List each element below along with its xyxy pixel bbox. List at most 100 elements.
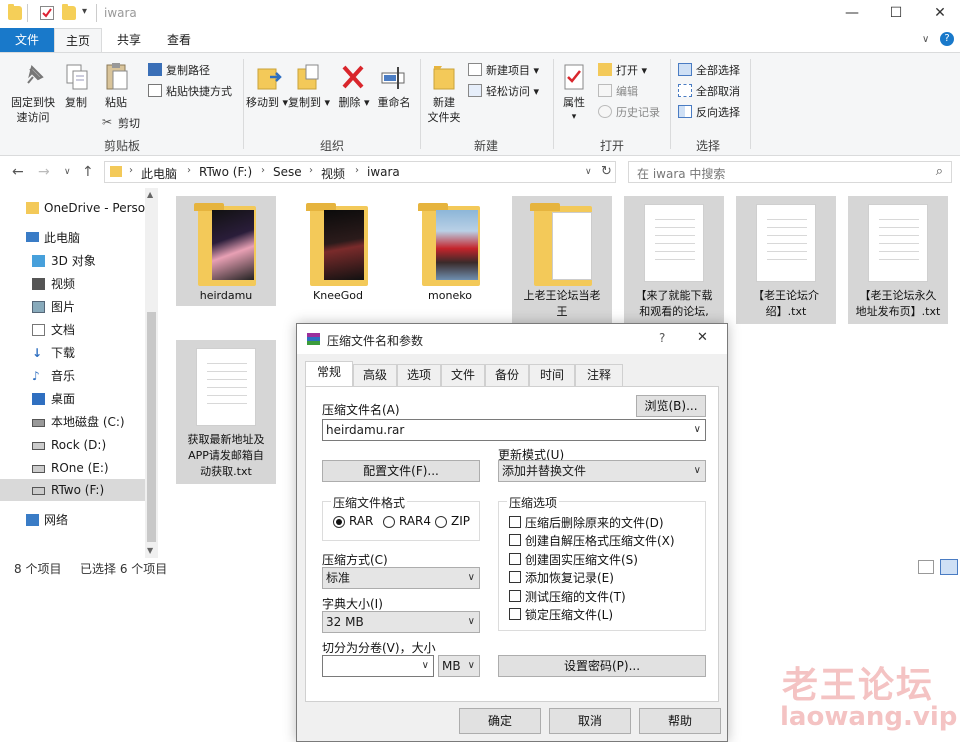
- close-button[interactable]: ✕: [920, 4, 960, 24]
- address-bar[interactable]: › 此电脑 › RTwo (F:) › Sese › 视频 › iwara ∨ …: [104, 161, 616, 183]
- easy-access-icon[interactable]: [468, 84, 482, 97]
- recent-dropdown-icon[interactable]: ∨: [64, 167, 71, 177]
- scroll-up-icon[interactable]: ▲: [147, 190, 153, 199]
- sidebar-item-music[interactable]: ♪ 音乐: [0, 365, 145, 387]
- delete-button[interactable]: 删除 ▾: [336, 95, 372, 110]
- dictionary-size-select[interactable]: 32 MB ∨: [322, 611, 480, 633]
- select-all-icon[interactable]: [678, 63, 692, 76]
- paste-button[interactable]: 粘贴: [100, 95, 132, 110]
- chevron-down-icon[interactable]: ∨: [694, 420, 701, 440]
- chevron-right-icon[interactable]: ›: [355, 165, 359, 176]
- breadcrumb-videos[interactable]: 视频: [321, 165, 345, 182]
- chevron-down-icon[interactable]: ∨: [422, 656, 429, 676]
- file-item-txt-1[interactable]: 【来了就能下载 和观看的论坛,: [624, 196, 724, 324]
- dialog-tab-files[interactable]: 文件: [441, 364, 485, 386]
- sidebar-item-drive-d[interactable]: Rock (D:): [0, 434, 145, 456]
- select-none-icon[interactable]: [678, 84, 692, 97]
- file-item-txt-2[interactable]: 【老王论坛介 绍】.txt: [736, 196, 836, 324]
- refresh-icon[interactable]: ↻: [601, 164, 612, 179]
- split-size-input[interactable]: ∨: [322, 655, 434, 677]
- move-to-button[interactable]: 移动到 ▾: [246, 95, 288, 110]
- forward-arrow-icon[interactable]: →: [38, 164, 50, 180]
- maximize-button[interactable]: ☐: [876, 4, 916, 24]
- sidebar-scrollbar[interactable]: ▲ ▼: [145, 188, 158, 558]
- select-all-button[interactable]: 全部选择: [696, 62, 740, 78]
- sidebar-item-drive-c[interactable]: 本地磁盘 (C:): [0, 411, 145, 433]
- new-folder-big-icon[interactable]: [432, 63, 458, 91]
- tab-share[interactable]: 共享: [108, 28, 150, 52]
- up-arrow-icon[interactable]: ↑: [82, 164, 94, 180]
- dialog-tab-general[interactable]: 常规: [305, 361, 353, 387]
- pin-quick-access-button[interactable]: 固定到快 速访问: [6, 95, 60, 125]
- ok-button[interactable]: 确定: [459, 708, 541, 734]
- tab-view[interactable]: 查看: [158, 28, 200, 52]
- pin-icon[interactable]: [20, 63, 46, 91]
- dialog-help-button[interactable]: ?: [659, 331, 665, 345]
- profiles-button[interactable]: 配置文件(F)...: [322, 460, 480, 482]
- dialog-tab-comment[interactable]: 注释: [575, 364, 623, 386]
- file-item-heirdamu[interactable]: heirdamu: [176, 196, 276, 306]
- lock-archive-checkbox[interactable]: [509, 608, 521, 620]
- file-item-moneko[interactable]: moneko: [400, 196, 500, 306]
- sidebar-item-onedrive[interactable]: OneDrive - Personal: [0, 197, 145, 219]
- set-password-button[interactable]: 设置密码(P)...: [498, 655, 706, 677]
- quick-access-dropdown-icon[interactable]: ▾: [82, 6, 87, 17]
- file-item-txt-4[interactable]: 获取最新地址及 APP请发邮箱自 动获取.txt: [176, 340, 276, 484]
- paste-shortcut-button[interactable]: 粘贴快捷方式: [166, 83, 232, 99]
- delete-after-checkbox[interactable]: [509, 516, 521, 528]
- new-item-icon[interactable]: [468, 63, 482, 76]
- address-dropdown-icon[interactable]: ∨: [585, 167, 592, 177]
- sidebar-item-this-pc[interactable]: 此电脑: [0, 227, 145, 249]
- format-rar4-radio[interactable]: [383, 516, 395, 528]
- new-folder-button[interactable]: 新建 文件夹: [424, 95, 464, 125]
- copy-button[interactable]: 复制: [60, 95, 92, 110]
- copy-path-icon[interactable]: [148, 63, 162, 76]
- new-item-button[interactable]: 新建项目 ▾: [486, 62, 539, 78]
- breadcrumb-iwara[interactable]: iwara: [367, 165, 400, 179]
- split-unit-select[interactable]: MB ∨: [438, 655, 480, 677]
- back-arrow-icon[interactable]: ←: [12, 164, 24, 180]
- dialog-tab-backup[interactable]: 备份: [485, 364, 529, 386]
- invert-selection-icon[interactable]: [678, 105, 692, 118]
- solid-checkbox[interactable]: [509, 553, 521, 565]
- cancel-button[interactable]: 取消: [549, 708, 631, 734]
- move-to-icon[interactable]: [256, 63, 282, 91]
- rename-icon[interactable]: [380, 63, 406, 91]
- properties-icon[interactable]: [562, 63, 588, 91]
- rename-button[interactable]: 重命名: [374, 95, 414, 110]
- copy-to-icon[interactable]: [296, 63, 322, 91]
- sidebar-item-3d-objects[interactable]: 3D 对象: [0, 250, 145, 272]
- cut-button[interactable]: 剪切: [118, 115, 140, 131]
- update-mode-select[interactable]: 添加并替换文件 ∨: [498, 460, 706, 482]
- scrollbar-thumb[interactable]: [147, 312, 156, 542]
- paste-icon[interactable]: [104, 61, 130, 90]
- file-item-txt-3[interactable]: 【老王论坛永久 地址发布页】.txt: [848, 196, 948, 324]
- copy-path-button[interactable]: 复制路径: [166, 62, 210, 78]
- sidebar-item-videos[interactable]: 视频: [0, 273, 145, 295]
- chevron-right-icon[interactable]: ›: [187, 165, 191, 176]
- dialog-tab-time[interactable]: 时间: [529, 364, 575, 386]
- sidebar-item-desktop[interactable]: 桌面: [0, 388, 145, 410]
- tab-home[interactable]: 主页: [54, 28, 102, 52]
- sidebar-item-downloads[interactable]: ↓ 下载: [0, 342, 145, 364]
- sfx-checkbox[interactable]: [509, 534, 521, 546]
- breadcrumb-sese[interactable]: Sese: [273, 165, 302, 179]
- copy-to-button[interactable]: 复制到 ▾: [288, 95, 330, 110]
- open-icon[interactable]: [598, 63, 612, 76]
- search-icon[interactable]: ⌕: [936, 164, 943, 179]
- dialog-tab-advanced[interactable]: 高级: [353, 364, 397, 386]
- help-button[interactable]: 帮助: [639, 708, 721, 734]
- format-zip-radio[interactable]: [435, 516, 447, 528]
- recovery-record-checkbox[interactable]: [509, 571, 521, 583]
- sidebar-item-drive-e[interactable]: ROne (E:): [0, 457, 145, 479]
- large-icons-view-icon[interactable]: [940, 559, 958, 575]
- paste-shortcut-icon[interactable]: [148, 84, 162, 97]
- file-item-folder-laowang[interactable]: 上老王论坛当老 王: [512, 196, 612, 324]
- minimize-button[interactable]: —: [832, 4, 872, 24]
- scroll-down-icon[interactable]: ▼: [147, 546, 153, 555]
- compression-method-select[interactable]: 标准 ∨: [322, 567, 480, 589]
- properties-check-icon[interactable]: [40, 6, 54, 20]
- sidebar-item-network[interactable]: 网络: [0, 509, 145, 531]
- tab-file[interactable]: 文件: [0, 28, 54, 52]
- properties-button[interactable]: 属性 ▾: [556, 95, 592, 125]
